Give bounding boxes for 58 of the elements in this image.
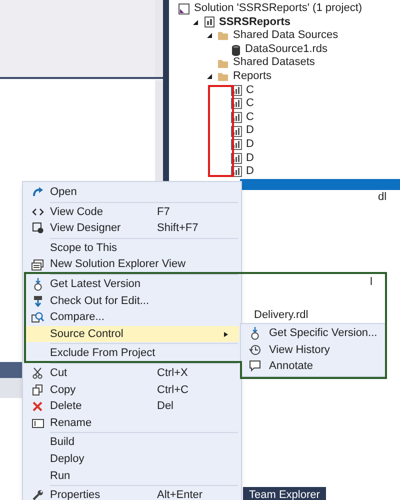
database-icon — [231, 44, 241, 56]
menu-item[interactable]: Build — [25, 434, 239, 451]
tree-item[interactable]: C — [246, 84, 254, 98]
code-brackets-icon — [32, 206, 44, 217]
copy-icon — [32, 384, 43, 396]
check-out-icon — [32, 294, 42, 307]
menu-item[interactable]: Get Latest Version — [25, 276, 239, 293]
speech-bubble-icon — [249, 360, 261, 372]
folder-icon — [217, 30, 229, 42]
project-icon — [203, 16, 215, 28]
menu-item[interactable]: Rename — [25, 414, 239, 432]
scrollbar[interactable] — [155, 0, 163, 78]
menu-item[interactable]: View Code F7 — [25, 204, 239, 220]
rename-field-icon — [32, 418, 44, 428]
timer-icon — [32, 278, 42, 291]
menu-item[interactable]: View Designer Shift+F7 — [25, 220, 239, 237]
menu-item[interactable]: View History — [242, 342, 384, 358]
delete-x-icon — [32, 400, 43, 412]
tree-item[interactable]: C — [246, 97, 254, 111]
menu-item[interactable]: Deploy — [25, 450, 239, 468]
timer-icon — [250, 326, 260, 340]
menu-item[interactable]: Copy Ctrl+C — [25, 382, 239, 398]
menu-item[interactable]: Compare... — [25, 309, 239, 326]
menu-item[interactable]: Open — [25, 184, 239, 201]
scissors-icon — [32, 367, 43, 380]
menu-item[interactable]: Cut Ctrl+X — [25, 364, 239, 382]
menu-item[interactable]: Scope to This — [25, 240, 239, 256]
tree-item[interactable]: Reports — [233, 70, 272, 84]
redo-arrow-icon — [32, 186, 44, 198]
solution-icon — [178, 2, 190, 15]
tree-item[interactable]: Solution 'SSRSReports' (1 project) — [194, 2, 362, 16]
background-text: Delivery.rdl — [254, 309, 308, 321]
tree-item[interactable]: Shared Datasets — [233, 56, 315, 70]
tree-item[interactable]: DataSource1.rds — [245, 42, 328, 56]
history-clock-icon — [249, 344, 261, 356]
designer-icon — [32, 222, 44, 234]
background-text: dl — [378, 191, 387, 203]
menu-item[interactable]: Run — [25, 468, 239, 484]
windows-icon — [31, 258, 44, 271]
tree-item[interactable]: D — [246, 138, 254, 152]
menu-item[interactable]: Source Control — [25, 326, 239, 342]
menu-item[interactable]: Check Out for Edit... — [25, 292, 239, 310]
folder-icon — [217, 58, 229, 69]
menu-item[interactable]: Annotate — [242, 358, 384, 375]
tree-item[interactable]: D — [246, 165, 254, 179]
folder-icon — [217, 71, 229, 82]
menu-item[interactable]: New Solution Explorer View — [25, 256, 239, 273]
tree-item[interactable]: D — [246, 124, 254, 138]
menu-item[interactable]: Exclude From Project — [25, 345, 239, 362]
tree-item[interactable]: D — [246, 152, 254, 166]
menu-item[interactable]: Get Specific Version... — [242, 325, 384, 342]
menu-item[interactable]: Delete Del — [25, 398, 239, 415]
team-explorer-tab[interactable]: Team Explorer — [243, 487, 326, 500]
magnifier-icon — [31, 311, 44, 324]
tree-item[interactable]: Shared Data Sources — [233, 29, 338, 43]
tree-item[interactable]: SSRSReports — [219, 16, 291, 30]
tree-item[interactable]: C — [246, 110, 254, 124]
background-text: l — [370, 276, 372, 288]
